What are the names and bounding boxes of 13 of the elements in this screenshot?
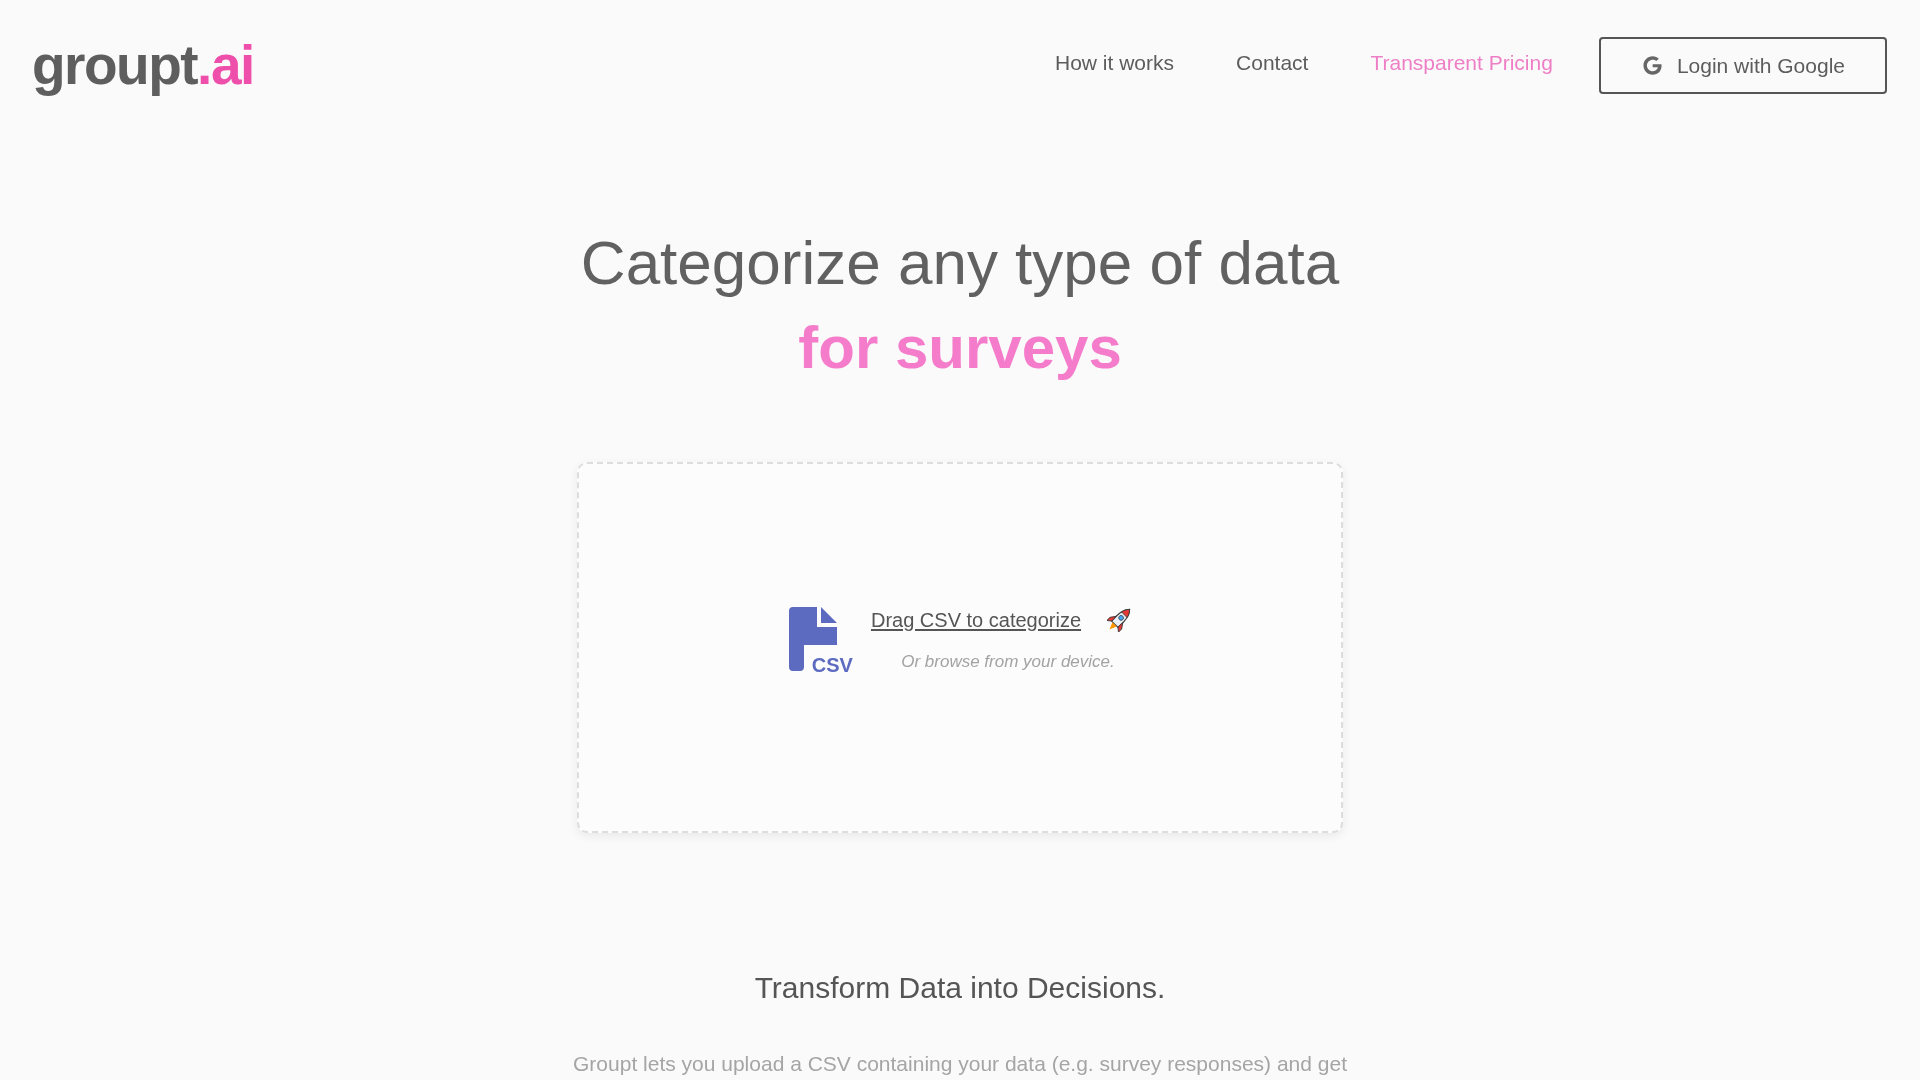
rocket-icon <box>1107 607 1132 632</box>
login-button[interactable]: Login with Google <box>1598 37 1887 94</box>
hero-highlight: for surveys <box>798 313 1122 383</box>
browse-hint: Or browse from your device. <box>901 650 1115 673</box>
drag-csv-link[interactable]: Drag CSV to categorize <box>870 606 1082 633</box>
upload-dropzone[interactable]: CSV Drag CSV to categorize Or browse from your device. <box>577 462 1343 833</box>
nav-link[interactable]: How it works <box>1055 48 1175 77</box>
hero-title: Categorize any type of data <box>580 227 1340 299</box>
section-heading: Transform Data into Decisions. <box>754 970 1166 1006</box>
file-type-label: CSV <box>811 654 853 675</box>
nav-link[interactable]: Contact <box>1236 48 1309 77</box>
google-icon <box>1642 56 1662 75</box>
section-text: Groupt lets you upload a CSV containing your data (e.g. survey responses) and get <box>573 1051 1347 1077</box>
